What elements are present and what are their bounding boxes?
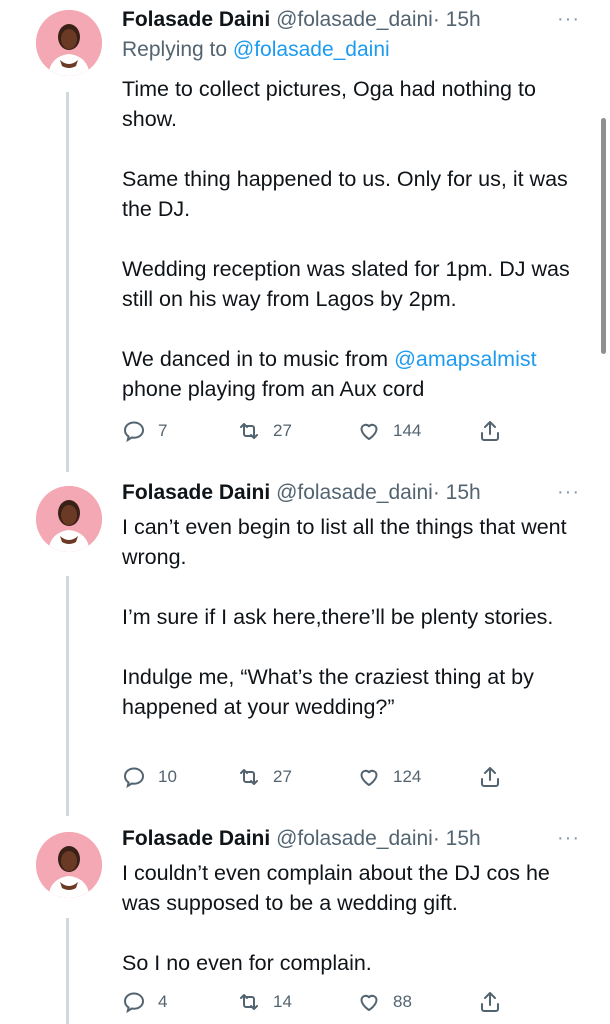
share-icon <box>481 421 499 441</box>
reply-count: 10 <box>158 767 177 786</box>
tweet-paragraph: I’m sure if I ask here,there’ll be plent… <box>122 605 554 629</box>
tweet-text: I couldn’t even complain about the DJ co… <box>122 858 582 978</box>
mention-link[interactable]: @amapsalmist <box>394 347 537 371</box>
like-count: 88 <box>393 992 412 1011</box>
retweet-icon <box>240 994 258 1010</box>
retweet-count: 27 <box>273 767 292 786</box>
author-handle[interactable]: @folasade_daini <box>276 481 433 504</box>
tweet-header: Folasade Daini @folasade_daini· 15h ··· <box>122 481 580 511</box>
profile-photo <box>36 832 102 898</box>
like-button[interactable]: 88 <box>357 990 412 1014</box>
comment-icon <box>123 767 145 789</box>
replying-to-label: Replying to <box>122 38 228 61</box>
replying-to: Replying to @folasade_daini <box>122 38 390 62</box>
action-bar: 10 27 124 <box>122 765 512 795</box>
comment-icon <box>123 421 145 443</box>
separator-dot: · <box>432 827 440 850</box>
share-button[interactable] <box>478 990 502 1014</box>
author-handle[interactable]: @folasade_daini <box>276 8 433 31</box>
share-button[interactable] <box>478 419 502 443</box>
avatar[interactable] <box>36 832 102 898</box>
tweet-paragraph: Wedding reception was slated for 1pm. DJ… <box>122 257 570 311</box>
share-icon <box>481 767 499 787</box>
reply-count: 4 <box>158 992 168 1011</box>
profile-photo <box>36 10 102 76</box>
separator-dot: · <box>432 481 440 504</box>
timestamp[interactable]: 15h <box>446 481 481 504</box>
share-button[interactable] <box>478 765 502 789</box>
share-icon <box>481 992 499 1012</box>
separator-dot: · <box>432 8 440 31</box>
retweet-button[interactable]: 27 <box>237 765 292 789</box>
more-options-icon[interactable]: ··· <box>557 8 580 31</box>
author-name[interactable]: Folasade Daini <box>122 827 270 850</box>
heart-icon <box>360 769 378 786</box>
avatar[interactable] <box>36 10 102 76</box>
tweet[interactable]: Folasade Daini @folasade_daini· 15h ··· … <box>0 481 610 811</box>
more-options-icon[interactable]: ··· <box>557 481 580 504</box>
heart-icon <box>360 994 378 1011</box>
paragraph-text: We danced in to music from <box>122 347 389 371</box>
paragraph-text: phone playing from an Aux cord <box>122 377 425 401</box>
tweet-paragraph: Indulge me, “What’s the craziest thing a… <box>122 665 534 719</box>
tweet-paragraph: We danced in to music from @amapsalmist … <box>122 344 582 404</box>
tweet-text: I can’t even begin to list all the thing… <box>122 512 582 722</box>
reply-button[interactable]: 10 <box>122 765 177 789</box>
avatar[interactable] <box>36 486 102 552</box>
retweet-count: 27 <box>273 421 292 440</box>
retweet-button[interactable]: 14 <box>237 990 292 1014</box>
author-name[interactable]: Folasade Daini <box>122 481 270 504</box>
like-count: 144 <box>393 421 422 440</box>
timestamp[interactable]: 15h <box>446 827 481 850</box>
reply-button[interactable]: 7 <box>122 419 167 443</box>
tweet[interactable]: Folasade Daini @folasade_daini· 15h ··· … <box>0 8 610 478</box>
comment-icon <box>123 992 145 1014</box>
retweet-icon <box>240 423 258 439</box>
tweet-paragraph: I can’t even begin to list all the thing… <box>122 515 567 569</box>
like-count: 124 <box>393 767 422 786</box>
action-bar: 4 14 88 <box>122 990 512 1020</box>
author-handle[interactable]: @folasade_daini <box>276 827 433 850</box>
like-button[interactable]: 124 <box>357 765 421 789</box>
tweet-paragraph: Time to collect pictures, Oga had nothin… <box>122 77 536 131</box>
retweet-count: 14 <box>273 992 292 1011</box>
reply-button[interactable]: 4 <box>122 990 167 1014</box>
more-options-icon[interactable]: ··· <box>557 827 580 850</box>
retweet-icon <box>240 769 258 785</box>
tweet-header: Folasade Daini @folasade_daini· 15h ··· <box>122 8 580 38</box>
tweet-header: Folasade Daini @folasade_daini· 15h ··· <box>122 827 580 857</box>
retweet-button[interactable]: 27 <box>237 419 292 443</box>
replying-to-mention[interactable]: @folasade_daini <box>233 38 390 61</box>
tweet-paragraph: So I no even for complain. <box>122 951 372 975</box>
like-button[interactable]: 144 <box>357 419 421 443</box>
action-bar: 7 27 144 <box>122 419 512 449</box>
profile-photo <box>36 486 102 552</box>
tweet-paragraph: Same thing happened to us. Only for us, … <box>122 167 568 221</box>
reply-count: 7 <box>158 421 168 440</box>
author-name[interactable]: Folasade Daini <box>122 8 270 31</box>
heart-icon <box>360 423 378 440</box>
tweet-text: Time to collect pictures, Oga had nothin… <box>122 74 582 404</box>
tweet[interactable]: Folasade Daini @folasade_daini· 15h ··· … <box>0 827 610 1024</box>
tweet-paragraph: I couldn’t even complain about the DJ co… <box>122 861 550 915</box>
timestamp[interactable]: 15h <box>446 8 481 31</box>
